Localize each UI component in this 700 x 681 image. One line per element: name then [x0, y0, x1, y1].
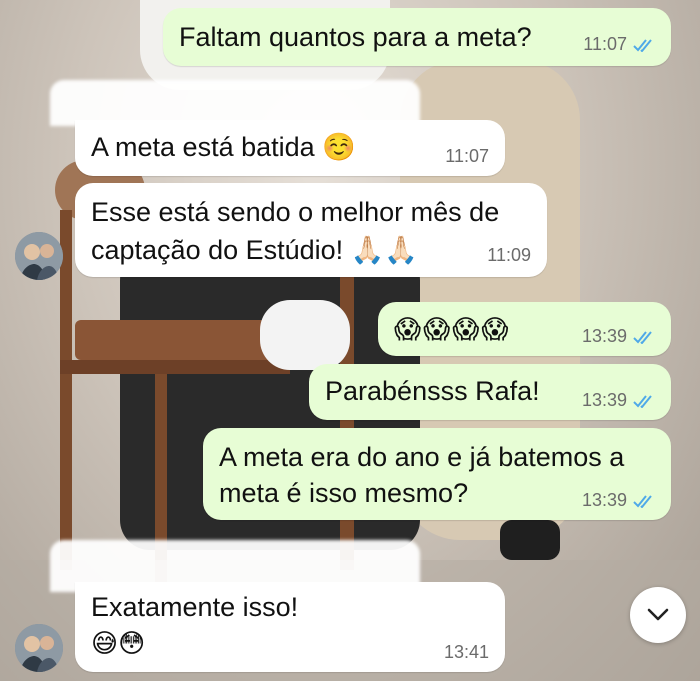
message-time: 11:09: [487, 245, 531, 265]
contact-avatar[interactable]: [15, 232, 63, 280]
message-bubble-outgoing[interactable]: 😱😱😱😱 13:39: [378, 302, 671, 356]
message-bubble-incoming[interactable]: Exatamente isso! 😅😳 13:41: [75, 582, 505, 672]
message-text-line: captação do Estúdio! 🙏🏻🙏🏻: [91, 235, 418, 265]
double-check-icon: [633, 330, 652, 344]
scroll-to-bottom-button[interactable]: [630, 587, 686, 643]
message-bubble-outgoing[interactable]: Faltam quantos para a meta? 11:07: [163, 8, 671, 66]
avatar-photo-icon: [15, 624, 63, 672]
message-text-line: Esse está sendo o melhor mês de: [91, 197, 500, 227]
message-text-line: meta é isso mesmo?: [219, 478, 469, 508]
message-meta: 13:41: [444, 642, 489, 663]
message-bubble-outgoing[interactable]: A meta era do ano e já batemos a meta é …: [203, 428, 671, 520]
message-time: 13:39: [581, 490, 627, 510]
message-text: Parabénsss Rafa!: [325, 376, 540, 406]
message-time: 13:41: [443, 642, 489, 662]
message-meta: 11:07: [445, 146, 489, 167]
message-time: 11:07: [445, 146, 489, 166]
chevron-down-icon: [647, 608, 669, 621]
message-bubble-outgoing[interactable]: Parabénsss Rafa! 13:39: [309, 364, 671, 420]
message-meta: 13:39: [582, 490, 655, 511]
avatar-photo-icon: [15, 232, 63, 280]
message-text: A meta está batida ☺️: [91, 132, 356, 162]
message-time: 13:39: [581, 326, 627, 346]
message-time: 11:07: [583, 34, 627, 54]
message-meta: 11:09: [487, 245, 531, 266]
double-check-icon: [633, 394, 652, 408]
double-check-icon: [633, 494, 652, 508]
double-check-icon: [633, 38, 652, 52]
message-text: Faltam quantos para a meta?: [179, 22, 532, 52]
message-meta: 13:39: [582, 390, 655, 411]
message-time: 13:39: [581, 390, 627, 410]
message-meta: 11:07: [583, 34, 655, 55]
message-emoji: 😅😳: [91, 628, 146, 658]
message-meta: 13:39: [582, 326, 655, 347]
message-bubble-incoming[interactable]: Esse está sendo o melhor mês de captação…: [75, 183, 547, 277]
message-text-line: A meta era do ano e já batemos a: [219, 442, 625, 472]
message-text-line: Exatamente isso!: [91, 592, 299, 622]
message-emoji: 😱😱😱😱: [394, 314, 511, 344]
contact-avatar[interactable]: [15, 624, 63, 672]
message-bubble-incoming[interactable]: A meta está batida ☺️ 11:07: [75, 120, 505, 176]
